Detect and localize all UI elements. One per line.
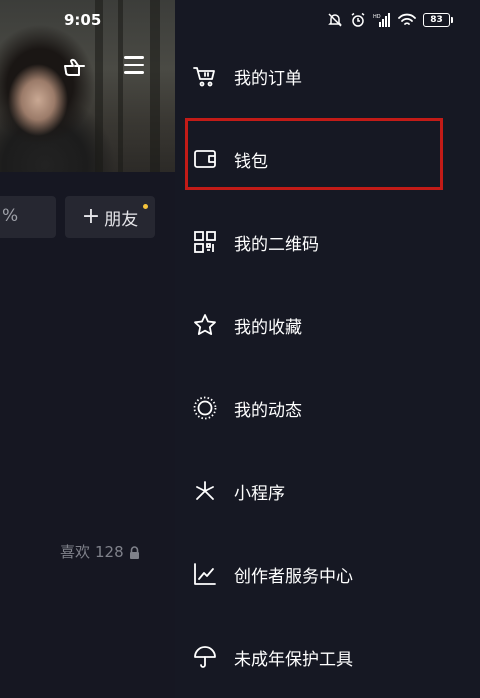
plus-icon: + bbox=[81, 204, 101, 229]
menu-item-label: 我的动态 bbox=[234, 400, 302, 421]
umbrella-icon bbox=[193, 645, 217, 669]
menu-item-label: 我的订单 bbox=[234, 68, 302, 89]
menu-item-label: 我的收藏 bbox=[234, 317, 302, 338]
profile-background: 9:05 % + 朋友 喜欢 128 bbox=[0, 0, 175, 698]
add-friend-label: 朋友 bbox=[104, 209, 139, 230]
lock-icon bbox=[129, 545, 140, 559]
status-time: 9:05 bbox=[64, 11, 102, 29]
stat-fragment: % bbox=[2, 206, 19, 226]
menu-item-qr-code[interactable]: 我的二维码 bbox=[175, 212, 480, 272]
menu-item-label: 创作者服务中心 bbox=[234, 566, 353, 587]
svg-text:HD: HD bbox=[373, 14, 381, 20]
likes-tab[interactable]: 喜欢 128 bbox=[60, 541, 140, 562]
mute-notification-icon bbox=[328, 13, 342, 27]
likes-count: 128 bbox=[95, 542, 124, 561]
menu-item-orders[interactable]: 我的订单 bbox=[175, 46, 480, 106]
likes-label: 喜欢 bbox=[60, 543, 91, 561]
chart-icon bbox=[193, 562, 217, 586]
status-icons: HD 83 bbox=[327, 11, 453, 29]
mini-program-icon bbox=[193, 479, 217, 503]
menu-item-mini-programs[interactable]: 小程序 bbox=[175, 461, 480, 521]
menu-item-creator-center[interactable]: 创作者服务中心 bbox=[175, 544, 480, 604]
menu-item-label: 未成年保护工具 bbox=[234, 649, 353, 670]
signal-icon: HD bbox=[373, 13, 390, 27]
alarm-icon bbox=[351, 12, 365, 27]
add-friend-button[interactable]: + 朋友 bbox=[65, 196, 155, 238]
menu-icon[interactable] bbox=[124, 56, 144, 74]
shopping-cart-icon bbox=[193, 64, 217, 88]
menu-item-label: 小程序 bbox=[234, 483, 285, 504]
wifi-icon bbox=[398, 13, 416, 25]
highlight-box bbox=[185, 118, 443, 190]
notification-dot bbox=[143, 204, 148, 209]
menu-item-minor-protection[interactable]: 未成年保护工具 bbox=[175, 627, 480, 687]
stat-box: % bbox=[0, 196, 56, 238]
qr-code-icon bbox=[193, 230, 217, 254]
menu-item-label: 我的二维码 bbox=[234, 234, 319, 255]
menu-item-activity[interactable]: 我的动态 bbox=[175, 378, 480, 438]
star-icon bbox=[193, 313, 217, 337]
side-drawer: HD 83 我的订单 钱包 我的二维码 我的收藏 我的动态 小程序 创作者服务中… bbox=[175, 0, 480, 698]
pointing-hand-icon[interactable] bbox=[62, 54, 88, 80]
activity-icon bbox=[193, 396, 217, 420]
menu-item-favorites[interactable]: 我的收藏 bbox=[175, 295, 480, 355]
battery-icon: 83 bbox=[423, 13, 453, 27]
